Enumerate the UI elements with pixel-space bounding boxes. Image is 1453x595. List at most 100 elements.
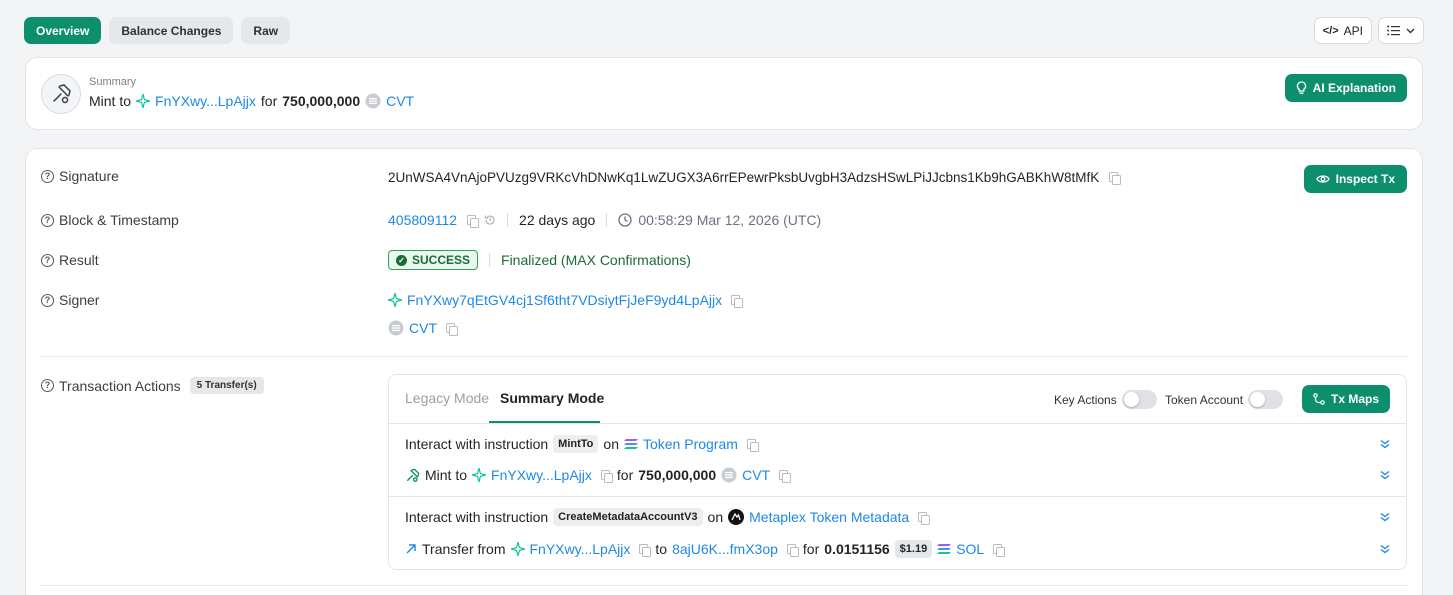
copy-icon[interactable] bbox=[779, 469, 792, 483]
token-account-toggle-group: Token Account bbox=[1165, 390, 1284, 409]
page-tabs: Overview Balance Changes Raw bbox=[24, 17, 291, 44]
key-actions-toggle-group: Key Actions bbox=[1054, 390, 1157, 409]
signature-value: 2UnWSA4VnAjoPVUzg9VRKcVhDNwKq1LwZUGX3A6r… bbox=[388, 170, 1100, 185]
copy-icon[interactable] bbox=[1109, 172, 1122, 185]
tab-summary-mode[interactable]: Summary Mode bbox=[500, 390, 604, 406]
block-label: Block & Timestamp bbox=[59, 212, 179, 228]
program-link[interactable]: Token Program bbox=[643, 436, 738, 452]
signer-label: Signer bbox=[59, 292, 100, 308]
eye-icon bbox=[1315, 174, 1330, 184]
key-actions-label: Key Actions bbox=[1054, 392, 1117, 407]
key-actions-toggle[interactable] bbox=[1121, 390, 1157, 409]
instruction-name: MintTo bbox=[553, 435, 599, 453]
summary-card: Summary Mint to FnYXwy...LpAjjx for 750,… bbox=[25, 57, 1423, 130]
copy-icon[interactable] bbox=[731, 294, 744, 308]
summary-account-link[interactable]: FnYXwy...LpAjjx bbox=[155, 93, 256, 109]
solana-icon bbox=[937, 543, 952, 555]
sub-account-link[interactable]: FnYXwy...LpAjjx bbox=[491, 467, 592, 483]
mint-tool-icon bbox=[41, 74, 81, 114]
action-instruction-row: Interact with instruction CreateMetadata… bbox=[405, 508, 1390, 526]
sub-amount: 750,000,000 bbox=[638, 467, 717, 483]
action-instruction-row: Interact with instruction MintTo on Toke… bbox=[405, 435, 1390, 453]
help-icon: ? bbox=[41, 253, 54, 267]
result-label: Result bbox=[59, 252, 99, 268]
sparkle-icon bbox=[472, 468, 487, 482]
sub-token-link[interactable]: SOL bbox=[956, 541, 984, 557]
block-age: 22 days ago bbox=[519, 212, 596, 228]
action-detail-row: Mint to FnYXwy...LpAjjx for 750,000,000 … bbox=[405, 467, 1390, 483]
double-chevron-down-icon[interactable] bbox=[1380, 470, 1390, 480]
inspect-tx-button[interactable]: Inspect Tx bbox=[1303, 165, 1407, 193]
to-account-link[interactable]: 8ajU6K...fmX3op bbox=[672, 541, 778, 557]
actions-label-row: ? Transaction Actions 5 Transfer(s) bbox=[41, 377, 264, 394]
copy-icon[interactable] bbox=[639, 543, 652, 557]
signature-label-row: ? Signature bbox=[41, 168, 119, 184]
token-account-toggle[interactable] bbox=[1248, 390, 1284, 409]
summary-token-link[interactable]: CVT bbox=[386, 93, 414, 109]
tab-legacy-mode[interactable]: Legacy Mode bbox=[405, 390, 489, 406]
active-tab-indicator bbox=[489, 421, 600, 423]
sparkle-icon bbox=[136, 94, 151, 108]
transaction-details-card: ? Signature 2UnWSA4VnAjoPVUzg9VRKcVhDNwK… bbox=[25, 148, 1423, 595]
signer-token-row: CVT bbox=[388, 320, 458, 336]
result-label-row: ? Result bbox=[41, 252, 99, 268]
tab-balance-changes[interactable]: Balance Changes bbox=[109, 17, 234, 44]
copy-icon[interactable] bbox=[600, 469, 613, 483]
summary-amount: 750,000,000 bbox=[282, 93, 361, 109]
chevron-down-icon bbox=[1406, 28, 1415, 34]
ai-explanation-label: AI Explanation bbox=[1312, 81, 1396, 95]
signer-address-row: FnYXwy7qEtGV4cj1Sf6tht7VDsiytFjJeF9yd4Lp… bbox=[388, 292, 744, 308]
signer-label-row: ? Signer bbox=[41, 292, 99, 308]
signer-token-link[interactable]: CVT bbox=[409, 320, 437, 336]
double-chevron-down-icon[interactable] bbox=[1380, 512, 1390, 522]
copy-icon[interactable] bbox=[467, 214, 480, 228]
sub-token-link[interactable]: CVT bbox=[742, 467, 770, 483]
double-chevron-down-icon[interactable] bbox=[1380, 439, 1390, 449]
check-circle-icon: ✓ bbox=[396, 254, 407, 266]
result-value-row: ✓ SUCCESS Finalized (MAX Confirmations) bbox=[388, 250, 691, 270]
for-word: for bbox=[802, 541, 820, 557]
instruction-prefix: Interact with instruction bbox=[405, 436, 549, 452]
summary-action: Mint to bbox=[89, 93, 132, 109]
api-button[interactable]: </> API bbox=[1313, 17, 1372, 44]
divider bbox=[489, 253, 491, 267]
tx-maps-label: Tx Maps bbox=[1330, 392, 1379, 406]
from-account-link[interactable]: FnYXwy...LpAjjx bbox=[530, 541, 631, 557]
tab-raw[interactable]: Raw bbox=[241, 17, 291, 44]
tab-overview[interactable]: Overview bbox=[24, 17, 102, 44]
ai-explanation-button[interactable]: AI Explanation bbox=[1284, 74, 1407, 102]
view-menu-button[interactable] bbox=[1378, 17, 1424, 44]
signer-address-link[interactable]: FnYXwy7qEtGV4cj1Sf6tht7VDsiytFjJeF9yd4Lp… bbox=[407, 292, 722, 308]
status-badge: ✓ SUCCESS bbox=[388, 250, 479, 270]
help-icon: ? bbox=[41, 293, 54, 307]
block-number-link[interactable]: 405809112 bbox=[388, 212, 457, 228]
block-timestamp: 00:58:29 Mar 12, 2026 (UTC) bbox=[638, 212, 822, 228]
help-icon: ? bbox=[41, 213, 54, 227]
double-chevron-down-icon[interactable] bbox=[1380, 544, 1390, 554]
top-right-toolbar: </> API bbox=[1313, 17, 1424, 44]
copy-icon[interactable] bbox=[446, 322, 458, 336]
action-divider bbox=[389, 496, 1406, 497]
summary-line: Mint to FnYXwy...LpAjjx for 750,000,000 … bbox=[89, 93, 414, 109]
program-link[interactable]: Metaplex Token Metadata bbox=[749, 509, 909, 525]
tx-maps-button[interactable]: Tx Maps bbox=[1301, 385, 1390, 413]
copy-icon[interactable] bbox=[786, 543, 799, 557]
section-divider bbox=[41, 356, 1407, 357]
action-detail-row: Transfer from FnYXwy...LpAjjx to 8ajU6K.… bbox=[405, 540, 1390, 558]
copy-icon[interactable] bbox=[993, 543, 1006, 557]
clock-icon bbox=[618, 213, 632, 227]
section-divider bbox=[41, 585, 1407, 586]
sub-action: Transfer from bbox=[422, 541, 506, 557]
finality-text: Finalized (MAX Confirmations) bbox=[501, 252, 691, 268]
to-word: to bbox=[655, 541, 668, 557]
copy-icon[interactable] bbox=[918, 511, 931, 525]
arrow-up-right-icon bbox=[405, 543, 417, 555]
history-icon[interactable] bbox=[484, 214, 496, 226]
actions-label: Transaction Actions bbox=[59, 377, 181, 394]
divider bbox=[606, 213, 608, 227]
lightbulb-icon bbox=[1296, 81, 1307, 95]
list-icon bbox=[1387, 25, 1400, 36]
usd-price-badge: $1.19 bbox=[894, 540, 933, 558]
copy-icon[interactable] bbox=[746, 438, 759, 452]
sparkle-icon bbox=[388, 293, 402, 307]
